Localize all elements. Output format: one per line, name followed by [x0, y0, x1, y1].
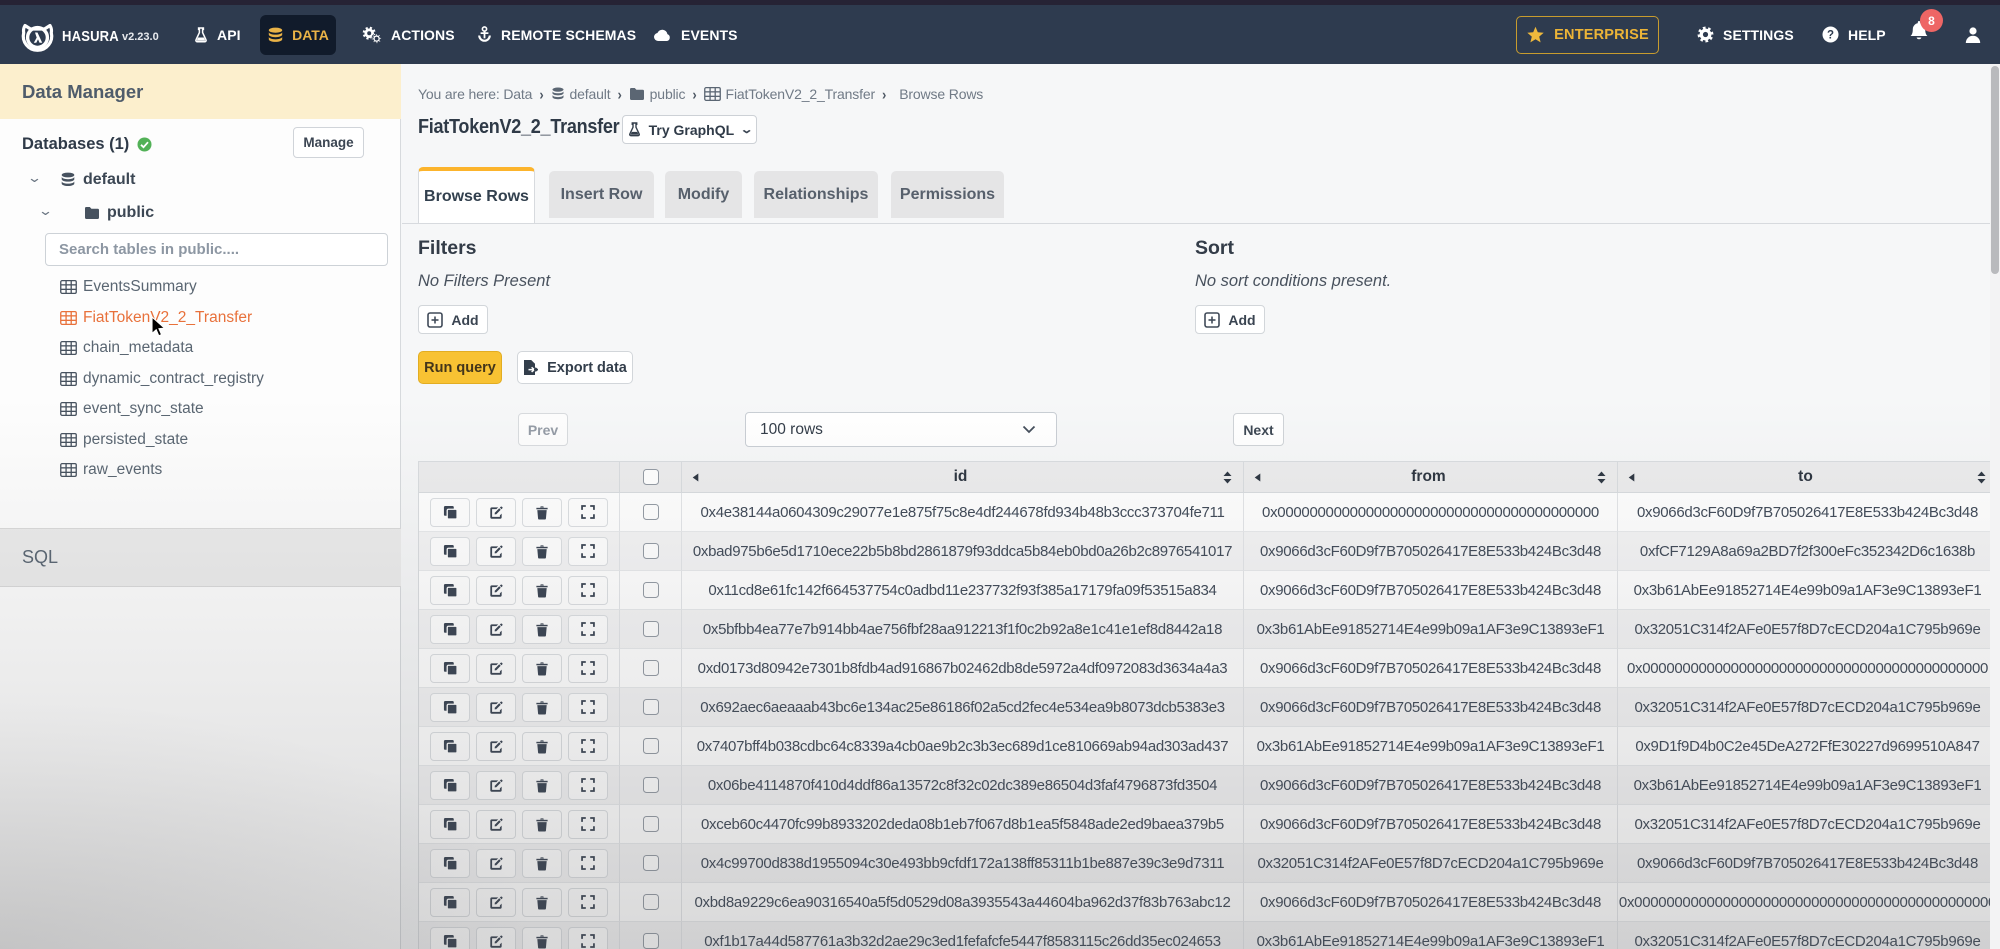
- svg-text:?: ?: [1827, 29, 1834, 41]
